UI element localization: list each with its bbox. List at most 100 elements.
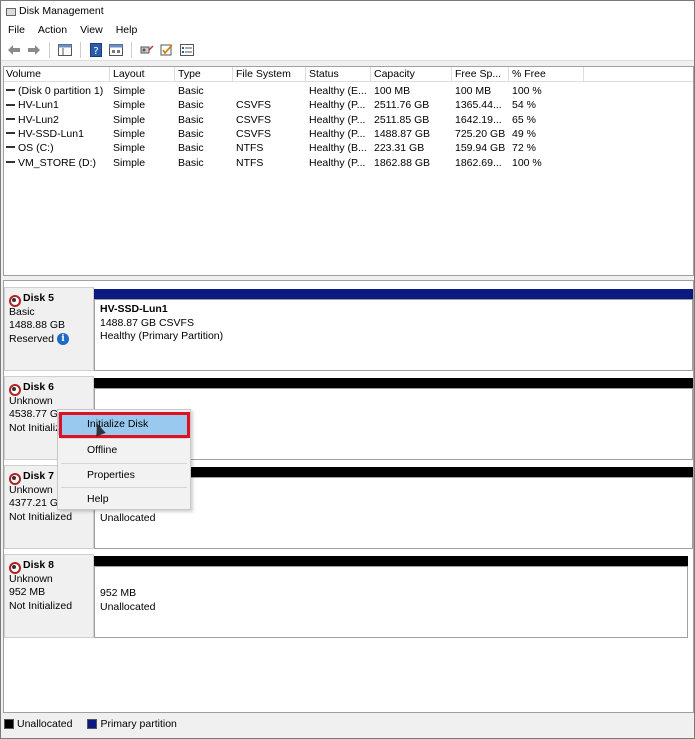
cell-text: Healthy (P...: [309, 113, 366, 126]
menu-file[interactable]: File: [6, 24, 32, 36]
info-icon[interactable]: i: [56, 332, 69, 345]
list-icon[interactable]: [178, 41, 196, 59]
volume-icon: [6, 146, 15, 149]
table-cell: HV-Lun2: [6, 113, 110, 127]
disk-type: Basic: [9, 305, 35, 318]
column-header-capacity[interactable]: Capacity: [372, 67, 452, 82]
disk-icon: [9, 561, 21, 574]
volume-icon: [6, 89, 15, 92]
forward-arrow-icon[interactable]: [25, 41, 43, 59]
partition-detail: 1488.87 GB CSVFS: [100, 316, 194, 329]
table-row[interactable]: HV-Lun1 Simple Basic CSVFS Healthy (P... 2511…: [4, 98, 693, 112]
menu-item-offline[interactable]: Offline: [58, 439, 190, 461]
column-header-layout[interactable]: Layout: [111, 67, 175, 82]
menu-item-help[interactable]: Help: [58, 488, 190, 510]
table-cell: 100 MB: [455, 84, 509, 98]
menu-action[interactable]: Action: [36, 24, 74, 36]
column-header-type[interactable]: Type: [176, 67, 233, 82]
disk-icon: [9, 472, 21, 485]
cell-text: Basic: [178, 85, 204, 97]
table-row[interactable]: HV-Lun2 Simple Basic CSVFS Healthy (P... 2511…: [4, 113, 693, 127]
window-title: Disk Management: [19, 5, 104, 17]
table-cell: NTFS: [236, 141, 306, 155]
cell-text: 72 %: [512, 142, 536, 155]
cell-text: Basic: [178, 156, 204, 169]
back-arrow-icon[interactable]: [5, 41, 23, 59]
column-header-file-system[interactable]: File System: [234, 67, 306, 82]
cell-text: 54 %: [512, 99, 536, 112]
table-cell: 1862.69...: [455, 156, 509, 170]
table-row[interactable]: VM_STORE (D:) Simple Basic NTFS Healthy (P..…: [4, 156, 693, 170]
column-header-status[interactable]: Status: [307, 67, 371, 82]
column-header-volume[interactable]: Volume: [4, 67, 110, 82]
partition-status: Unallocated: [100, 600, 156, 613]
disk-type: Unknown: [9, 394, 53, 407]
help-icon[interactable]: ?: [87, 41, 105, 59]
cell-text: CSVFS: [236, 127, 272, 140]
legend-label-unallocated: Unallocated: [17, 718, 73, 730]
disk-icon: [9, 294, 21, 307]
column-header-free-space[interactable]: Free Sp...: [453, 67, 509, 82]
table-cell: 65 %: [512, 113, 584, 127]
disk-5-partition-bar: [94, 289, 693, 299]
disk-status: Not Initialized: [9, 599, 73, 612]
cell-text: 1862.69...: [455, 156, 502, 169]
disk-size: 952 MB: [9, 586, 46, 598]
cell-text: 100 %: [512, 85, 542, 97]
table-row[interactable]: HV-SSD-Lun1 Simple Basic CSVFS Healthy (P...…: [4, 127, 693, 141]
callout-highlight-box: [59, 412, 190, 438]
show-hide-pane-icon[interactable]: [56, 41, 74, 59]
cell-text: 2511.76 GB: [374, 99, 430, 112]
cell-text: 1642.19...: [455, 113, 502, 126]
table-cell: (Disk 0 partition 1): [6, 84, 110, 98]
menu-item-properties[interactable]: Properties: [58, 464, 190, 486]
table-cell: 725.20 GB: [455, 127, 509, 141]
disk-type: Unknown: [9, 572, 53, 585]
cell-text: 159.94 GB: [455, 142, 506, 155]
disk-8-partition[interactable]: 952 MB Unallocated: [94, 566, 688, 638]
table-row[interactable]: OS (C:) Simple Basic NTFS Healthy (B... 223.3…: [4, 141, 693, 155]
cell-text: HV-Lun1: [18, 99, 59, 112]
menu-view[interactable]: View: [78, 24, 110, 36]
check-icon[interactable]: [158, 41, 176, 59]
cell-text: Healthy (B...: [309, 142, 367, 155]
cell-text: Simple: [113, 113, 146, 126]
table-cell: Simple: [113, 84, 175, 98]
toolbar-separator: [49, 41, 50, 58]
table-cell: 100 %: [512, 84, 584, 98]
partition-status: Unallocated: [100, 512, 156, 524]
cell-text: 1365.44...: [455, 99, 502, 112]
table-cell: 2511.85 GB: [374, 113, 452, 127]
toolbar-separator: [80, 41, 81, 58]
menu-help[interactable]: Help: [114, 24, 145, 36]
table-cell: CSVFS: [236, 113, 306, 127]
disk-5-label[interactable]: Disk 5 Basic 1488.88 GB Reserved i: [4, 287, 94, 371]
properties-icon[interactable]: [107, 41, 125, 59]
cell-text: CSVFS: [236, 113, 272, 126]
disk-8-label[interactable]: Disk 8 Unknown 952 MB Not Initialized: [4, 554, 94, 638]
disk-name: Disk 7: [23, 470, 54, 482]
table-row[interactable]: (Disk 0 partition 1) Simple Basic Healthy (…: [4, 84, 693, 98]
menu-bar: File Action View Help: [1, 21, 694, 39]
legend-label-primary-partition: Primary partition: [100, 718, 177, 730]
volume-icon: [6, 160, 15, 163]
table-cell: 2511.76 GB: [374, 98, 452, 112]
cell-text: Healthy (P...: [309, 127, 366, 140]
disk-icon: [9, 383, 21, 396]
cell-text: Simple: [113, 99, 146, 112]
cell-text: 725.20 GB: [455, 127, 506, 140]
table-cell: CSVFS: [236, 127, 306, 141]
column-header-percent-free[interactable]: % Free: [510, 67, 584, 82]
connect-icon[interactable]: [138, 41, 156, 59]
table-cell: Simple: [113, 127, 175, 141]
cell-text: HV-SSD-Lun1: [18, 127, 84, 140]
toolbar: ?: [1, 39, 694, 61]
table-cell: Basic: [178, 141, 233, 155]
table-cell: Basic: [178, 84, 233, 98]
disk-5-partition[interactable]: HV-SSD-Lun1 1488.87 GB CSVFS Healthy (Pr…: [94, 299, 693, 371]
svg-text:?: ?: [93, 46, 98, 57]
cell-text: 1488.87 GB: [374, 127, 431, 140]
cell-text: Healthy (E...: [309, 85, 367, 97]
disk-6-partition-bar: [94, 378, 693, 388]
table-cell: HV-Lun1: [6, 98, 110, 112]
